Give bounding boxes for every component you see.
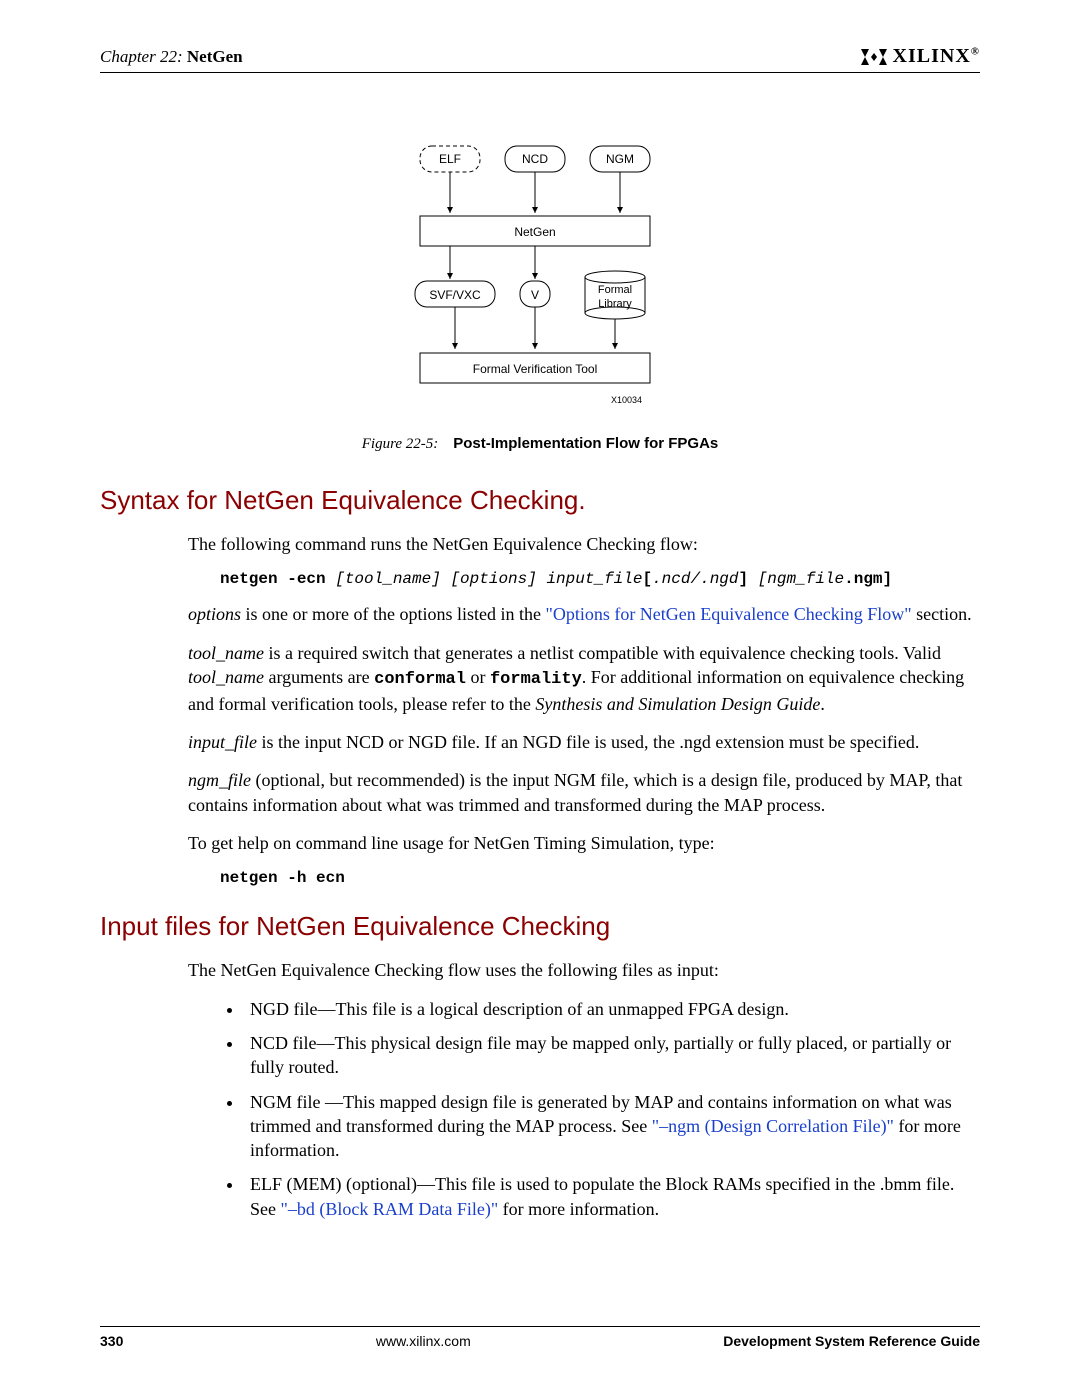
- page-footer: 330 www.xilinx.com Development System Re…: [100, 1326, 980, 1349]
- chapter-label: Chapter 22: NetGen: [100, 47, 243, 67]
- ngmfile-para: ngm_file (optional, but recommended) is …: [188, 768, 980, 817]
- ngm-link[interactable]: "–ngm (Design Correlation File)": [652, 1116, 894, 1136]
- ncd-node: NCD: [522, 152, 548, 166]
- list-item: NGD file—This file is a logical descript…: [244, 997, 980, 1021]
- netgen-ecn-command: netgen -ecn [tool_name] [options] input_…: [220, 570, 980, 588]
- heading-syntax: Syntax for NetGen Equivalence Checking.: [100, 485, 980, 516]
- list-item: NCD file—This physical design file may b…: [244, 1031, 980, 1080]
- figure-caption: Figure 22-5: Post-Implementation Flow fo…: [100, 435, 980, 453]
- list-item: NGM file —This mapped design file is gen…: [244, 1090, 980, 1163]
- netgen-node: NetGen: [514, 225, 555, 239]
- section2-body: The NetGen Equivalence Checking flow use…: [188, 958, 980, 1221]
- svf-node: SVF/VXC: [429, 288, 481, 302]
- chapter-title: NetGen: [187, 47, 243, 66]
- inputfile-para: input_file is the input NCD or NGD file.…: [188, 730, 980, 754]
- formal-lib-1: Formal: [598, 284, 632, 296]
- heading-input-files: Input files for NetGen Equivalence Check…: [100, 911, 980, 942]
- toolname-para: tool_name is a required switch that gene…: [188, 641, 980, 717]
- v-node: V: [531, 288, 539, 302]
- chapter-prefix: Chapter 22:: [100, 47, 183, 66]
- page-header: Chapter 22: NetGen XILINX®: [100, 45, 980, 73]
- list-item: ELF (MEM) (optional)—This file is used t…: [244, 1172, 980, 1221]
- footer-doc-title: Development System Reference Guide: [723, 1333, 980, 1349]
- figure-label: Figure 22-5:: [362, 436, 439, 452]
- page-number: 330: [100, 1333, 123, 1349]
- bd-link[interactable]: "–bd (Block RAM Data File)": [281, 1199, 499, 1219]
- options-para: options is one or more of the options li…: [188, 602, 980, 626]
- syntax-intro: The following command runs the NetGen Eq…: [188, 532, 980, 556]
- tool-node: Formal Verification Tool: [473, 362, 598, 376]
- xilinx-logo: XILINX®: [859, 45, 980, 68]
- help-intro: To get help on command line usage for Ne…: [188, 831, 980, 855]
- flow-diagram: ELF NCD NGM NetGen SVF/VXC V Formal Libr…: [410, 141, 670, 421]
- ngm-node: NGM: [606, 152, 634, 166]
- figure-title: Post-Implementation Flow for FPGAs: [453, 435, 718, 452]
- diagram-ref: X10034: [611, 395, 642, 405]
- footer-url[interactable]: www.xilinx.com: [376, 1333, 471, 1349]
- logo-text: XILINX®: [893, 45, 980, 68]
- input-files-list: NGD file—This file is a logical descript…: [244, 997, 980, 1221]
- xilinx-logo-icon: [859, 47, 889, 67]
- section1-body: The following command runs the NetGen Eq…: [188, 532, 980, 887]
- figure-22-5: ELF NCD NGM NetGen SVF/VXC V Formal Libr…: [100, 141, 980, 453]
- netgen-help-command: netgen -h ecn: [220, 869, 980, 887]
- formal-lib-2: Library: [598, 298, 632, 310]
- options-link[interactable]: "Options for NetGen Equivalence Checking…: [545, 604, 911, 624]
- elf-node: ELF: [439, 152, 461, 166]
- input-files-intro: The NetGen Equivalence Checking flow use…: [188, 958, 980, 982]
